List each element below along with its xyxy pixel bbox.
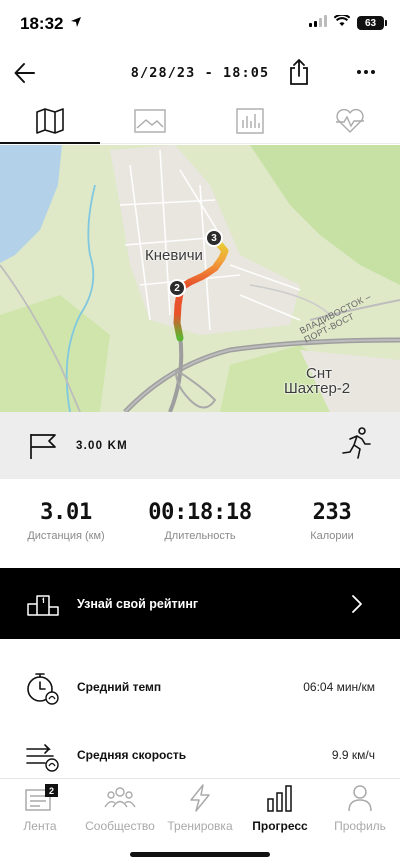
stat-value: 3.01 (40, 500, 92, 525)
heart-rate-icon (336, 108, 364, 133)
stat-label: Калории (310, 530, 354, 542)
share-icon (290, 59, 308, 85)
wifi-icon (333, 13, 351, 32)
map-icon (36, 107, 64, 134)
metric-avg-speed: Средняя скорость 9.9 км/ч (0, 731, 400, 781)
status-bar: 18:32 63 (0, 0, 400, 48)
km-marker[interactable]: 2 (168, 279, 186, 297)
tab-charts[interactable] (200, 98, 300, 143)
signal-icon (309, 14, 327, 32)
bar-chart-icon (236, 107, 264, 134)
dot-icon (371, 70, 375, 74)
route-path (173, 237, 229, 342)
tab-map[interactable] (0, 98, 100, 144)
image-icon (134, 108, 166, 133)
stat-duration: 00:18:18 Длительность (135, 500, 265, 542)
nav-item-feed[interactable]: 2 Лента (0, 779, 80, 866)
workout-date-title: 8/28/23 - 18:05 (130, 65, 270, 81)
rating-label: Узнай свой рейтинг (77, 597, 199, 611)
nav-label: Прогресс (252, 819, 308, 833)
goal-distance: 3.00 KM (76, 440, 128, 452)
metric-avg-pace: Средний темп 06:04 мин/км (0, 663, 400, 713)
battery-icon: 63 (357, 16, 387, 30)
map-place-label: Кневичи (145, 247, 203, 264)
dot-icon (364, 70, 368, 74)
goal-bar: 3.00 KM (0, 412, 400, 479)
nav-label: Тренировка (167, 819, 233, 833)
stat-value: 233 (312, 500, 352, 525)
more-options-button[interactable] (352, 61, 380, 83)
stat-value: 00:18:18 (148, 500, 252, 525)
lightning-icon (188, 783, 212, 813)
tab-photos[interactable] (100, 98, 200, 143)
podium-icon (27, 592, 59, 621)
stopwatch-icon (25, 671, 61, 710)
feed-badge: 2 (45, 784, 58, 797)
runner-icon (340, 427, 372, 466)
map-place-label: Шахтер-2 (284, 380, 351, 397)
flag-icon (28, 432, 58, 465)
status-icons: 63 (309, 13, 387, 32)
nav-label: Лента (23, 819, 57, 833)
status-time: 18:32 (20, 14, 64, 33)
chevron-right-icon (350, 594, 364, 619)
share-button[interactable] (286, 58, 312, 86)
nav-item-profile[interactable]: Профиль (320, 779, 400, 866)
speed-icon (25, 739, 61, 778)
stat-label: Дистанция (км) (27, 530, 105, 542)
workout-stats: 3.01 Дистанция (км) 00:18:18 Длительност… (0, 500, 400, 560)
location-arrow-icon (70, 15, 82, 33)
nav-label: Профиль (334, 819, 386, 833)
metric-label: Средний темп (77, 680, 162, 694)
metric-value: 06:04 мин/км (303, 680, 375, 694)
stat-distance: 3.01 Дистанция (км) (1, 500, 131, 542)
community-icon (104, 783, 136, 813)
workout-tabs (0, 98, 400, 144)
profile-icon (347, 783, 373, 813)
stat-label: Длительность (164, 530, 236, 542)
km-marker[interactable]: 3 (205, 229, 223, 247)
metric-label: Средняя скорость (77, 748, 187, 762)
dot-icon (357, 70, 361, 74)
home-indicator (130, 852, 270, 857)
progress-icon (267, 783, 293, 813)
tab-heart-rate[interactable] (300, 98, 400, 143)
rating-banner[interactable]: Узнай свой рейтинг (0, 568, 400, 639)
header: 8/28/23 - 18:05 (0, 48, 400, 98)
metric-value: 9.9 км/ч (331, 748, 375, 762)
stat-calories: 233 Калории (267, 500, 397, 542)
nav-label: Сообщество (85, 819, 155, 833)
route-map[interactable]: Кневичи Снт Шахтер-2 ВЛАДИВОСТОК – ПОРТ-… (0, 145, 400, 412)
